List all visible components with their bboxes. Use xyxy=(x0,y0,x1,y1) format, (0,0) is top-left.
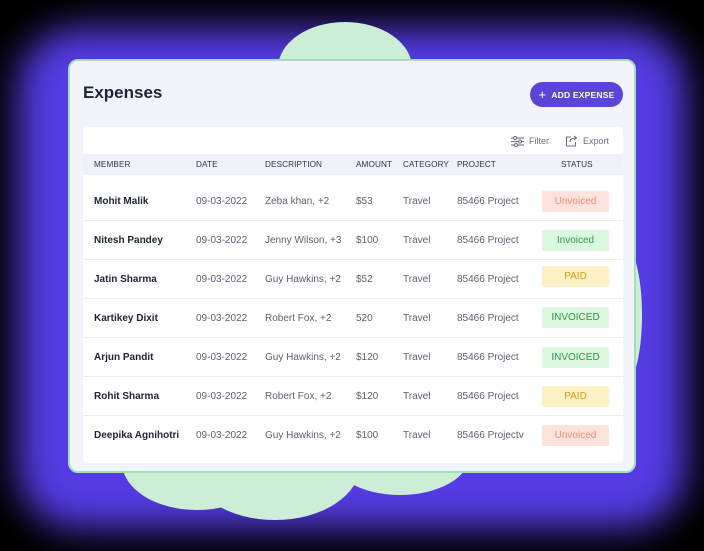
project-cell: 85466 Project xyxy=(457,352,519,363)
plus-icon: + xyxy=(538,87,547,102)
category-cell: Travel xyxy=(403,274,431,285)
date-cell: 09-03-2022 xyxy=(196,430,248,441)
column-header-status[interactable]: STATUS xyxy=(561,160,593,169)
amount-cell: $120 xyxy=(356,391,379,402)
date-cell: 09-03-2022 xyxy=(196,196,248,207)
table-row[interactable]: Jatin Sharma 09-03-2022 Guy Hawkins, +2 … xyxy=(83,260,623,299)
table-row[interactable]: Rohit Sharma 09-03-2022 Robert Fox, +2 $… xyxy=(83,377,623,416)
date-cell: 09-03-2022 xyxy=(196,391,248,402)
expenses-table-panel: Filter Export MEMBER DATE DESCRIPTION AM… xyxy=(83,127,623,463)
category-cell: Travel xyxy=(403,430,431,441)
member-name: Deepika Agnihotri xyxy=(94,430,180,441)
table-row[interactable]: Deepika Agnihotri 09-03-2022 Guy Hawkins… xyxy=(83,416,623,455)
status-badge: PAID xyxy=(542,386,609,407)
description-cell: Zeba khan, +2 xyxy=(265,196,330,207)
table-toolbar: Filter Export xyxy=(510,135,609,147)
description-cell: Guy Hawkins, +2 xyxy=(265,430,341,441)
amount-cell: $52 xyxy=(356,274,373,285)
amount-cell: $100 xyxy=(356,430,379,441)
column-header-project[interactable]: PROJECT xyxy=(457,160,496,169)
amount-cell: $120 xyxy=(356,352,379,363)
column-header-date[interactable]: DATE xyxy=(196,160,218,169)
status-badge: Unvoiced xyxy=(542,425,609,446)
date-cell: 09-03-2022 xyxy=(196,235,248,246)
amount-cell: 520 xyxy=(356,313,373,324)
member-name: Mohit Malik xyxy=(94,196,149,207)
member-name: Kartikey Dixit xyxy=(94,313,158,324)
expenses-card: Expenses + ADD EXPENSE Filter Export MEM… xyxy=(68,59,636,473)
filter-button[interactable]: Filter xyxy=(510,135,549,147)
date-cell: 09-03-2022 xyxy=(196,352,248,363)
status-badge: INVOICED xyxy=(542,347,609,368)
project-cell: 85466 Projectv xyxy=(457,430,524,441)
description-cell: Jenny Wilson, +3 xyxy=(265,235,342,246)
date-cell: 09-03-2022 xyxy=(196,274,248,285)
column-header-member[interactable]: MEMBER xyxy=(94,160,131,169)
add-expense-label: ADD EXPENSE xyxy=(551,89,615,100)
status-badge: PAID xyxy=(542,266,609,287)
project-cell: 85466 Project xyxy=(457,391,519,402)
filter-label: Filter xyxy=(528,136,549,146)
export-label: Export xyxy=(582,136,609,146)
status-badge: INVOICED xyxy=(542,307,609,328)
project-cell: 85466 Project xyxy=(457,196,519,207)
page-title: Expenses xyxy=(83,83,163,102)
column-header-category[interactable]: CATEGORY xyxy=(403,160,449,169)
description-cell: Guy Hawkins, +2 xyxy=(265,352,341,363)
export-button[interactable]: Export xyxy=(565,135,609,147)
description-cell: Robert Fox, +2 xyxy=(265,391,332,402)
table-row[interactable]: Mohit Malik 09-03-2022 Zeba khan, +2 $53… xyxy=(83,182,623,221)
table-row[interactable]: Arjun Pandit 09-03-2022 Guy Hawkins, +2 … xyxy=(83,338,623,377)
column-header-description[interactable]: DESCRIPTION xyxy=(265,160,322,169)
category-cell: Travel xyxy=(403,352,431,363)
amount-cell: $53 xyxy=(356,196,373,207)
member-name: Rohit Sharma xyxy=(94,391,160,402)
table-row[interactable]: Nitesh Pandey 09-03-2022 Jenny Wilson, +… xyxy=(83,221,623,260)
member-name: Arjun Pandit xyxy=(94,352,154,363)
table-row[interactable]: Kartikey Dixit 09-03-2022 Robert Fox, +2… xyxy=(83,299,623,338)
sliders-icon xyxy=(510,135,524,147)
status-badge: Unvoiced xyxy=(542,191,609,212)
table-header: MEMBER DATE DESCRIPTION AMOUNT CATEGORY … xyxy=(83,154,623,175)
amount-cell: $100 xyxy=(356,235,379,246)
category-cell: Travel xyxy=(403,391,431,402)
description-cell: Robert Fox, +2 xyxy=(265,313,332,324)
project-cell: 85466 Project xyxy=(457,274,519,285)
date-cell: 09-03-2022 xyxy=(196,313,248,324)
category-cell: Travel xyxy=(403,313,431,324)
column-header-amount[interactable]: AMOUNT xyxy=(356,160,392,169)
member-name: Nitesh Pandey xyxy=(94,235,163,246)
description-cell: Guy Hawkins, +2 xyxy=(265,274,341,285)
category-cell: Travel xyxy=(403,196,431,207)
export-icon xyxy=(565,135,578,147)
status-badge: Invoiced xyxy=(542,230,609,251)
category-cell: Travel xyxy=(403,235,431,246)
member-name: Jatin Sharma xyxy=(94,274,157,285)
project-cell: 85466 Project xyxy=(457,313,519,324)
add-expense-button[interactable]: + ADD EXPENSE xyxy=(530,82,623,107)
project-cell: 85466 Project xyxy=(457,235,519,246)
